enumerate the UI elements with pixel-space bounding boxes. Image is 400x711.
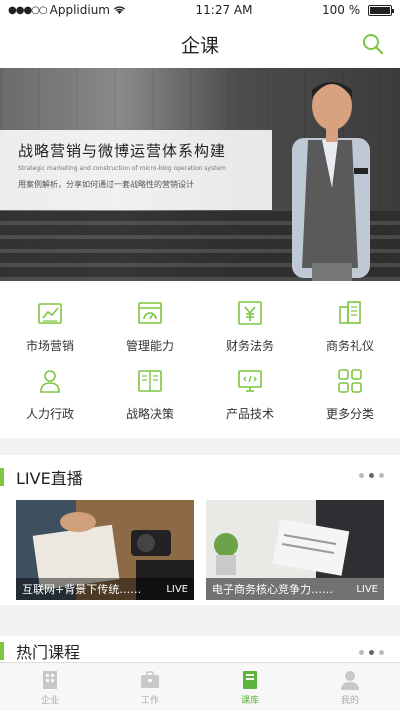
category-strategy[interactable]: 战略决策 [100, 349, 200, 421]
wifi-icon [114, 6, 125, 14]
status-time: 11:27 AM [195, 3, 253, 17]
status-left: ●●●○○ Applidium [8, 3, 126, 17]
speaker-photo [292, 82, 370, 281]
banner-title: 战略营销与微博运营体系构建 [18, 142, 227, 160]
tab-label: 课库 [240, 695, 259, 706]
category-product-tech[interactable]: 产品技术 [200, 349, 300, 421]
tab-bar: 企业 工作 课库 我的 [0, 662, 400, 711]
category-label: 人力行政 [25, 407, 74, 421]
category-hr-admin[interactable]: 人力行政 [0, 349, 100, 421]
tab-label: 企业 [40, 695, 59, 706]
library-icon [243, 670, 257, 689]
dashboard-icon [138, 302, 162, 324]
tab-work[interactable]: 工作 [100, 663, 200, 711]
category-label: 更多分类 [325, 407, 374, 421]
banner-caption-card: 战略营销与微博运营体系构建 Strategic marketing and co… [0, 130, 272, 210]
pager-dot [379, 650, 384, 655]
live-card[interactable]: 电子商务核心竞争力…… LIVE [206, 500, 384, 600]
person-icon [40, 370, 60, 393]
live-section-header: LIVE直播 [0, 455, 400, 499]
category-more[interactable]: 更多分类 [300, 349, 400, 421]
hot-section-title: 热门课程 [16, 643, 81, 662]
hot-pager[interactable] [359, 650, 384, 655]
live-card-title: 电子商务核心竞争力…… [212, 583, 333, 596]
category-management[interactable]: 管理能力 [100, 281, 200, 353]
pager-dot [359, 473, 364, 478]
live-section: LIVE直播 互联网+背景下传统…… LIVE 电子商务核心竞争力…… LIVE [0, 455, 400, 605]
monitor-code-icon [238, 370, 262, 392]
pager-dot [379, 473, 384, 478]
category-label: 战略决策 [125, 407, 174, 421]
briefcase-icon [141, 670, 159, 688]
grid-icon [338, 369, 362, 393]
banner-carousel[interactable]: 战略营销与微博运营体系构建 Strategic marketing and co… [0, 68, 400, 281]
tab-label: 工作 [140, 695, 159, 706]
status-right: 100 % [322, 3, 394, 17]
category-etiquette[interactable]: 商务礼仪 [300, 281, 400, 353]
profile-icon [341, 670, 359, 690]
carrier-name: Applidium [49, 3, 110, 17]
category-marketing[interactable]: 市场营销 [0, 281, 100, 353]
live-tag: LIVE [356, 583, 378, 595]
live-card[interactable]: 互联网+背景下传统…… LIVE [16, 500, 194, 600]
category-label: 产品技术 [225, 407, 274, 421]
pager-dot-active [369, 650, 374, 655]
banner-subtitle-cn: 用案例解析，分享如何通过一套战略性的营销设计 [18, 180, 194, 189]
live-card-caption: 电子商务核心竞争力…… LIVE [206, 578, 384, 600]
live-pager[interactable] [359, 473, 384, 478]
building-icon [339, 301, 361, 324]
status-bar: ●●●○○ Applidium 11:27 AM 100 % [0, 0, 400, 20]
chart-icon [38, 303, 62, 324]
tab-library[interactable]: 课库 [200, 663, 300, 711]
pager-dot-active [369, 473, 374, 478]
live-card-title: 互联网+背景下传统…… [22, 583, 142, 596]
live-tag: LIVE [166, 583, 188, 595]
tab-profile[interactable]: 我的 [300, 663, 400, 711]
company-icon [43, 670, 57, 689]
search-icon[interactable] [360, 31, 386, 57]
live-card-caption: 互联网+背景下传统…… LIVE [16, 578, 194, 600]
nav-bar: 企课 [0, 20, 400, 68]
page-title: 企课 [180, 34, 219, 57]
live-section-title: LIVE直播 [16, 469, 83, 488]
section-accent-bar [0, 642, 4, 660]
tab-company[interactable]: 企业 [0, 663, 100, 711]
yen-icon [238, 301, 262, 325]
banner-subtitle-en: Strategic marketing and construction of … [18, 165, 226, 172]
book-icon [138, 370, 162, 392]
category-grid: 市场营销 管理能力 财务法务 商务礼仪 人力行政 战略决策 产品技术 更多分类 [0, 281, 400, 438]
battery-icon [367, 5, 394, 16]
pager-dot [359, 650, 364, 655]
section-accent-bar [0, 468, 4, 486]
battery-percent: 100 % [322, 3, 361, 17]
category-finance-legal[interactable]: 财务法务 [200, 281, 300, 353]
tab-label: 我的 [340, 695, 359, 706]
signal-icon: ●●●○○ [8, 4, 48, 16]
